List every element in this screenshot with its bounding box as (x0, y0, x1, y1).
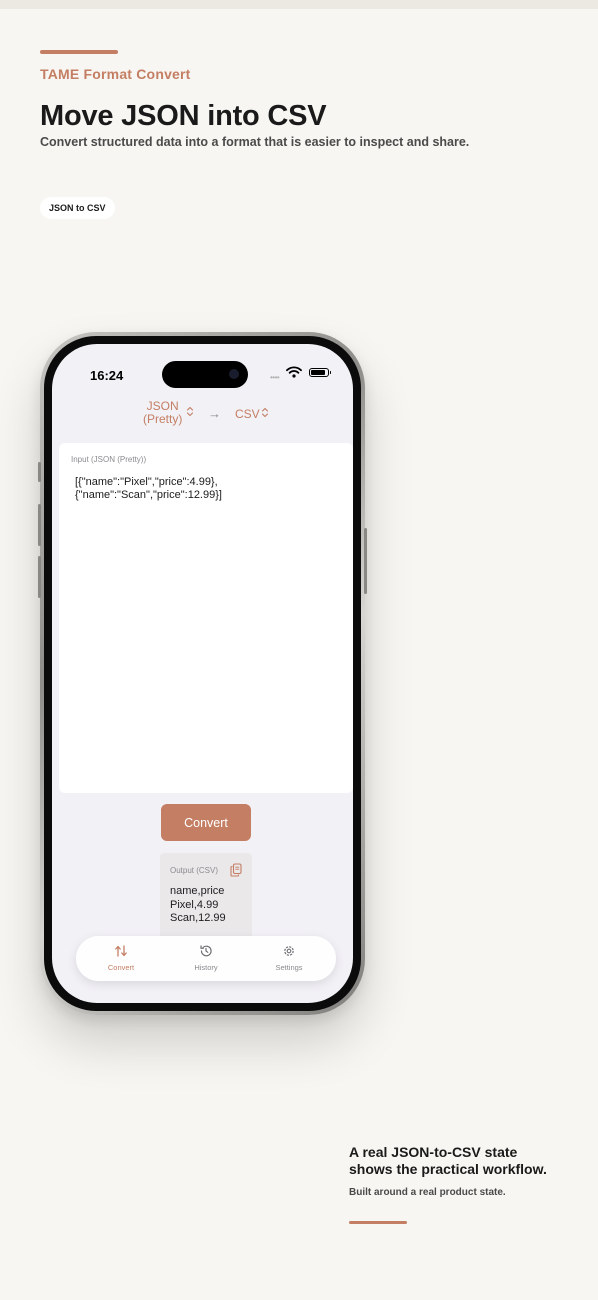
phone-volume-up (38, 504, 41, 546)
wifi-icon (286, 366, 302, 378)
output-label: Output (CSV) (170, 866, 219, 875)
tab-settings[interactable]: Settings (246, 936, 332, 981)
tab-label: Settings (275, 963, 303, 972)
accent-rule (40, 50, 118, 54)
gear-icon (284, 946, 294, 956)
tab-bar: Convert History Settings (76, 936, 336, 981)
phone-volume-down (38, 556, 41, 598)
copy-icon[interactable] (230, 863, 242, 877)
chevron-up-down-icon (186, 406, 194, 417)
phone-power-button (364, 528, 367, 594)
phone-mockup: 16:24 •••• JSON (Pretty) → CSV Input (JS… (38, 332, 367, 1015)
cellular-signal-icon: •••• (270, 373, 280, 382)
brand-name: TAME Format Convert (40, 66, 191, 82)
phone-bezel: 16:24 •••• JSON (Pretty) → CSV Input (JS… (44, 336, 361, 1011)
top-strip (0, 0, 598, 9)
csv-output: name,price Pixel,4.99 Scan,12.99 (170, 885, 226, 926)
tab-label: History (194, 963, 218, 972)
source-format-selector[interactable]: JSON (Pretty) (143, 400, 182, 426)
callout-title: A real JSON-to-CSV state shows the pract… (349, 1144, 547, 1177)
output-line: name,price (170, 885, 225, 897)
output-line: Pixel,4.99 (170, 898, 219, 911)
history-icon (200, 945, 212, 957)
input-label: Input (JSON (Pretty)) (71, 455, 147, 464)
page-headline: Move JSON into CSV (40, 100, 327, 132)
callout-subtitle: Built around a real product state. (349, 1187, 506, 1198)
source-format-variant: (Pretty) (143, 412, 183, 426)
arrow-right-icon: → (208, 406, 221, 421)
tab-label: Convert (107, 963, 135, 972)
battery-level (311, 370, 325, 375)
app-screen: 16:24 •••• JSON (Pretty) → CSV Input (JS… (52, 344, 353, 1003)
page-subhead: Convert structured data into a format th… (40, 135, 470, 149)
output-line: Scan,12.99 (170, 912, 226, 924)
battery-nub (329, 371, 331, 374)
battery-icon (309, 368, 331, 377)
tab-convert[interactable]: Convert (78, 936, 164, 981)
status-time: 16:24 (90, 368, 124, 383)
phone-mute-switch (38, 462, 41, 482)
dynamic-island (162, 361, 248, 388)
chevron-up-down-icon (261, 407, 269, 418)
convert-button[interactable]: Convert (161, 804, 251, 841)
callout-rule (349, 1221, 407, 1224)
json-input-field[interactable]: [{"name":"Pixel","price":4.99}, {"name":… (75, 476, 345, 502)
output-card: Output (CSV) name,price Pixel,4.99 Scan,… (160, 853, 252, 949)
tab-history[interactable]: History (163, 936, 249, 981)
camera-icon (229, 369, 239, 379)
target-format-selector[interactable]: CSV (235, 407, 260, 421)
convert-icon (115, 945, 127, 957)
input-card: Input (JSON (Pretty)) [{"name":"Pixel","… (59, 443, 353, 793)
feature-pill: JSON to CSV (40, 197, 115, 219)
